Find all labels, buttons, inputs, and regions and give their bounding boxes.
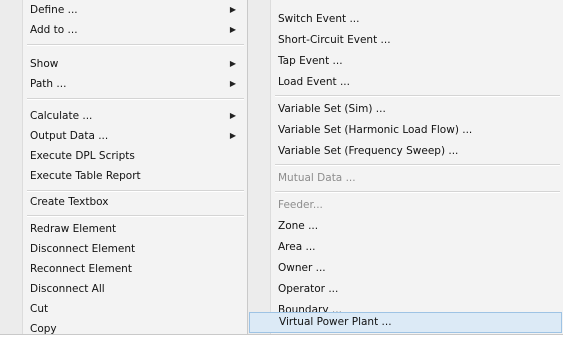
menu-item-label: Calculate ... xyxy=(30,110,93,122)
menu-item-label: Create Textbox xyxy=(30,196,109,208)
menu-item-label: Cut xyxy=(30,303,49,315)
menu-item-execute-table-report[interactable]: Execute Table Report xyxy=(1,166,246,186)
menu-item-label: Variable Set (Frequency Sweep) ... xyxy=(278,145,459,157)
menu-separator xyxy=(275,95,560,97)
submenu-arrow-icon: ▶ xyxy=(229,59,236,68)
menu-item-label: Load Event ... xyxy=(278,76,350,88)
menu-item-label: Feeder... xyxy=(278,199,323,211)
submenu-item-feeder: Feeder... xyxy=(249,195,562,215)
menu-item-redraw-element[interactable]: Redraw Element xyxy=(1,219,246,239)
menu-item-cut[interactable]: Cut xyxy=(1,299,246,319)
menu-item-disconnect-all[interactable]: Disconnect All xyxy=(1,279,246,299)
menu-item-label: Area ... xyxy=(278,241,316,253)
menu-item-label: Copy xyxy=(30,323,57,335)
submenu-arrow-icon: ▶ xyxy=(229,79,236,88)
submenu-arrow-icon: ▶ xyxy=(229,25,236,34)
menu-separator xyxy=(275,164,560,166)
submenu-item-area[interactable]: Area ... xyxy=(249,237,562,257)
menu-item-label: Disconnect Element xyxy=(30,243,136,255)
menu-item-label: Owner ... xyxy=(278,262,326,274)
menu-separator xyxy=(27,215,244,217)
menu-item-label: Mutual Data ... xyxy=(278,172,356,184)
menu-item-execute-dpl-scripts[interactable]: Execute DPL Scripts xyxy=(1,146,246,166)
menu-item-label: Variable Set (Sim) ... xyxy=(278,103,386,115)
menu-item-copy[interactable]: Copy xyxy=(1,319,246,339)
menu-item-calculate[interactable]: Calculate ... ▶ xyxy=(1,106,246,126)
menu-item-label: Add to ... xyxy=(30,24,78,36)
submenu-item-variable-set-frequency[interactable]: Variable Set (Frequency Sweep) ... xyxy=(249,141,562,161)
submenu-arrow-icon: ▶ xyxy=(229,111,236,120)
submenu-item-zone[interactable]: Zone ... xyxy=(249,216,562,236)
submenu-item-virtual-power-plant[interactable]: Virtual Power Plant ... xyxy=(249,312,562,333)
menu-item-show[interactable]: Show ▶ xyxy=(1,54,246,74)
menu-item-label: Disconnect All xyxy=(30,283,105,295)
submenu-item-variable-set-sim[interactable]: Variable Set (Sim) ... xyxy=(249,99,562,119)
menu-item-label: Virtual Power Plant ... xyxy=(279,316,392,328)
menu-item-label: Variable Set (Harmonic Load Flow) ... xyxy=(278,124,473,136)
menu-item-label: Operator ... xyxy=(278,283,339,295)
menu-item-path[interactable]: Path ... ▶ xyxy=(1,74,246,94)
menu-separator xyxy=(27,44,244,46)
menu-item-label: Define ... xyxy=(30,4,78,16)
menu-item-label: Redraw Element xyxy=(30,223,117,235)
menu-item-label: Tap Event ... xyxy=(278,55,343,67)
submenu-item-variable-set-harmonic[interactable]: Variable Set (Harmonic Load Flow) ... xyxy=(249,120,562,140)
define-submenu: Switch Event ... Short-Circuit Event ...… xyxy=(247,0,563,335)
context-menu: Define ... ▶ Add to ... ▶ Show ▶ Path ..… xyxy=(0,0,248,335)
submenu-item-short-circuit-event[interactable]: Short-Circuit Event ... xyxy=(249,30,562,50)
submenu-arrow-icon: ▶ xyxy=(229,5,236,14)
submenu-arrow-icon: ▶ xyxy=(229,131,236,140)
menu-item-label: Execute Table Report xyxy=(30,170,141,182)
submenu-item-tap-event[interactable]: Tap Event ... xyxy=(249,51,562,71)
submenu-item-owner[interactable]: Owner ... xyxy=(249,258,562,278)
menu-item-create-textbox[interactable]: Create Textbox xyxy=(1,192,246,212)
menu-item-disconnect-element[interactable]: Disconnect Element xyxy=(1,239,246,259)
menu-item-label: Path ... xyxy=(30,78,67,90)
submenu-item-operator[interactable]: Operator ... xyxy=(249,279,562,299)
menu-item-label: Short-Circuit Event ... xyxy=(278,34,391,46)
menu-separator xyxy=(27,98,244,100)
menu-item-add-to[interactable]: Add to ... ▶ xyxy=(1,20,246,40)
menu-item-label: Switch Event ... xyxy=(278,13,360,25)
menu-item-label: Execute DPL Scripts xyxy=(30,150,135,162)
menu-item-label: Output Data ... xyxy=(30,130,109,142)
submenu-item-load-event[interactable]: Load Event ... xyxy=(249,72,562,92)
menu-separator xyxy=(275,191,560,193)
submenu-item-mutual-data: Mutual Data ... xyxy=(249,168,562,188)
menu-item-output-data[interactable]: Output Data ... ▶ xyxy=(1,126,246,146)
menu-item-label: Show xyxy=(30,58,59,70)
menu-item-label: Reconnect Element xyxy=(30,263,132,275)
menu-item-define[interactable]: Define ... ▶ xyxy=(1,0,246,20)
menu-item-reconnect-element[interactable]: Reconnect Element xyxy=(1,259,246,279)
submenu-item-switch-event[interactable]: Switch Event ... xyxy=(249,9,562,29)
menu-item-label: Zone ... xyxy=(278,220,319,232)
